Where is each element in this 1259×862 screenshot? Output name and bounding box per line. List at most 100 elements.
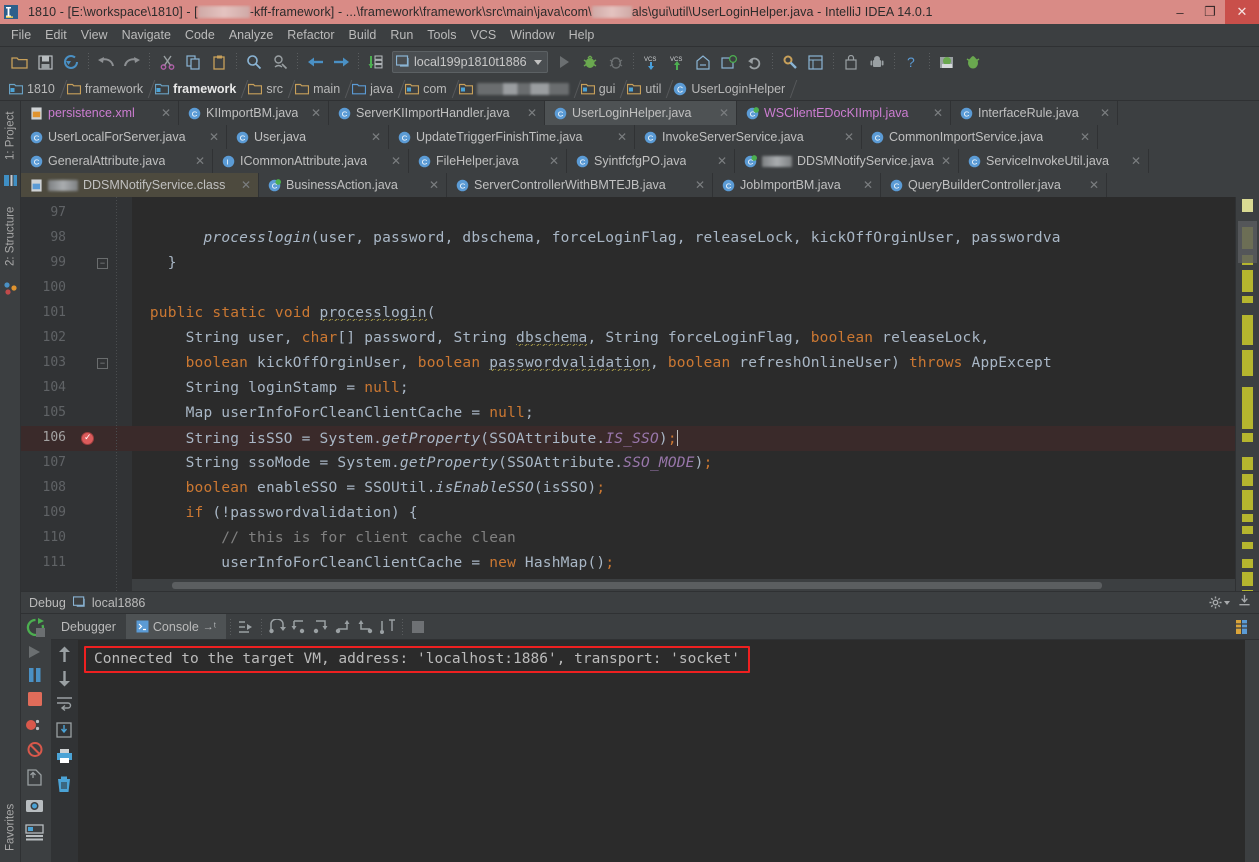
cut-icon[interactable] xyxy=(154,49,180,75)
error-stripe-mark[interactable] xyxy=(1242,433,1253,442)
soft-wrap-icon[interactable] xyxy=(56,696,73,717)
editor-tab[interactable]: C DDSMNotifyService.java ✕ xyxy=(735,149,959,173)
editor-tab[interactable]: DDSMNotifyService.class ✕ xyxy=(21,173,259,197)
minimize-button[interactable]: – xyxy=(1165,0,1195,24)
editor-tab[interactable]: persistence.xml ✕ xyxy=(21,101,179,125)
menu-item-window[interactable]: Window xyxy=(503,26,561,44)
breadcrumb-item-com[interactable]: com xyxy=(402,77,456,101)
console-settings-icon[interactable] xyxy=(1231,616,1253,638)
breadcrumb-item-src[interactable]: src xyxy=(245,77,292,101)
close-tab-icon[interactable]: ✕ xyxy=(844,130,854,144)
code-fold-toggle[interactable]: − xyxy=(97,358,108,369)
close-tab-icon[interactable]: ✕ xyxy=(527,106,537,120)
close-tab-icon[interactable]: ✕ xyxy=(863,178,873,192)
android-icon[interactable] xyxy=(864,49,890,75)
paste-icon[interactable] xyxy=(206,49,232,75)
error-stripe-markers[interactable] xyxy=(1235,197,1259,591)
menu-item-vcs[interactable]: VCS xyxy=(463,26,503,44)
gear-icon[interactable] xyxy=(1209,596,1230,609)
code-text-area[interactable]: processlogin(user, password, dbschema, f… xyxy=(132,197,1235,591)
close-tab-icon[interactable]: ✕ xyxy=(429,178,439,192)
error-stripe-mark[interactable] xyxy=(1242,315,1253,345)
close-tab-icon[interactable]: ✕ xyxy=(1089,178,1099,192)
editor-tab[interactable]: C InvokeServerService.java ✕ xyxy=(635,125,862,149)
tool-window-favorites[interactable]: Favorites xyxy=(0,796,21,858)
close-tab-icon[interactable]: ✕ xyxy=(391,154,401,168)
tab-console[interactable]: Console →ᵗ xyxy=(125,614,227,639)
menu-item-navigate[interactable]: Navigate xyxy=(115,26,178,44)
view-breakpoints-icon[interactable] xyxy=(25,717,45,738)
scrollbar-thumb[interactable] xyxy=(1238,221,1257,263)
close-tab-icon[interactable]: ✕ xyxy=(311,106,321,120)
editor-tab[interactable]: C UserLoginHelper.java ✕ xyxy=(545,101,737,125)
save-all-icon[interactable] xyxy=(32,49,58,75)
error-stripe-mark[interactable] xyxy=(1242,474,1253,486)
close-tab-icon[interactable]: ✕ xyxy=(941,154,951,168)
vcs-update-icon[interactable]: VCS xyxy=(638,49,664,75)
close-tab-icon[interactable]: ✕ xyxy=(933,106,943,120)
back-icon[interactable] xyxy=(302,49,328,75)
run-configuration-selector[interactable]: local199p1810t1886 xyxy=(392,51,548,73)
editor-tab[interactable]: C SyintfcfgPO.java ✕ xyxy=(567,149,735,173)
editor-tab[interactable]: C InterfaceRule.java ✕ xyxy=(951,101,1118,125)
breadcrumb-item-framework[interactable]: framework xyxy=(64,77,152,101)
scrollbar-thumb[interactable] xyxy=(172,582,1102,589)
error-stripe-mark[interactable] xyxy=(1242,514,1253,522)
tab-debugger[interactable]: Debugger xyxy=(51,614,126,639)
vcs-history-icon[interactable] xyxy=(690,49,716,75)
project-structure-icon[interactable] xyxy=(803,49,829,75)
drop-frame-icon[interactable] xyxy=(354,616,376,638)
editor-tab[interactable]: C User.java ✕ xyxy=(227,125,389,149)
rerun-icon[interactable] xyxy=(25,617,46,643)
error-stripe-mark[interactable] xyxy=(1242,457,1253,470)
undo-icon[interactable] xyxy=(93,49,119,75)
close-button[interactable]: ✕ xyxy=(1225,0,1259,24)
close-tab-icon[interactable]: ✕ xyxy=(549,154,559,168)
step-out-icon[interactable] xyxy=(332,616,354,638)
menu-item-view[interactable]: View xyxy=(74,26,115,44)
restore-layout-icon[interactable] xyxy=(26,769,43,791)
error-stripe-mark[interactable] xyxy=(1242,350,1253,376)
close-tab-icon[interactable]: ✕ xyxy=(719,106,729,120)
close-tab-icon[interactable]: ✕ xyxy=(241,178,251,192)
coverage-icon[interactable] xyxy=(603,49,629,75)
help-icon[interactable]: ? xyxy=(899,49,925,75)
editor-tab[interactable]: C JobImportBM.java ✕ xyxy=(713,173,881,197)
menu-item-help[interactable]: Help xyxy=(562,26,602,44)
tool-window-structure[interactable]: 2: Structure xyxy=(0,197,21,275)
close-tab-icon[interactable]: ✕ xyxy=(1100,106,1110,120)
stop-icon[interactable] xyxy=(26,691,44,712)
scroll-down-icon[interactable] xyxy=(57,670,72,692)
error-stripe-mark[interactable] xyxy=(1242,296,1253,303)
maximize-button[interactable]: ❐ xyxy=(1195,0,1225,24)
breadcrumb-item-gui[interactable]: gui xyxy=(578,77,625,101)
forward-icon[interactable] xyxy=(328,49,354,75)
breadcrumb-item-util[interactable]: util xyxy=(624,77,670,101)
print-icon[interactable] xyxy=(56,748,73,769)
editor-tab[interactable]: C WSClientEDocKIImpl.java ✕ xyxy=(737,101,951,125)
find-icon[interactable] xyxy=(241,49,267,75)
hide-window-icon[interactable] xyxy=(1238,594,1251,612)
editor-tab[interactable]: C ServerKIImportHandler.java ✕ xyxy=(329,101,545,125)
editor-tab[interactable]: I ICommonAttribute.java ✕ xyxy=(213,149,409,173)
console-text[interactable]: Connected to the target VM, address: 'lo… xyxy=(78,640,1245,862)
vcs-changes-icon[interactable] xyxy=(716,49,742,75)
breadcrumb-item-redacted[interactable] xyxy=(456,77,578,101)
android-sdk-icon[interactable] xyxy=(934,49,960,75)
trash-icon[interactable] xyxy=(56,776,72,798)
show-execution-point-icon[interactable] xyxy=(235,616,257,638)
error-stripe-mark[interactable] xyxy=(1242,199,1253,212)
close-tab-icon[interactable]: ✕ xyxy=(195,154,205,168)
console-vertical-scrollbar[interactable] xyxy=(1245,640,1259,862)
tool-window-project[interactable]: 1: Project xyxy=(0,105,21,167)
menu-item-refactor[interactable]: Refactor xyxy=(280,26,341,44)
console-output-panel[interactable]: Connected to the target VM, address: 'lo… xyxy=(51,640,1259,862)
close-tab-icon[interactable]: ✕ xyxy=(1080,130,1090,144)
chevron-down-icon[interactable] xyxy=(533,59,542,65)
close-tab-icon[interactable]: ✕ xyxy=(161,106,171,120)
run-icon[interactable] xyxy=(551,49,577,75)
breadcrumb-item-1810[interactable]: 1810 xyxy=(6,77,64,101)
editor-tab[interactable]: C ServiceInvokeUtil.java ✕ xyxy=(959,149,1149,173)
close-tab-icon[interactable]: ✕ xyxy=(1131,154,1141,168)
vcs-commit-icon[interactable]: VCS xyxy=(664,49,690,75)
